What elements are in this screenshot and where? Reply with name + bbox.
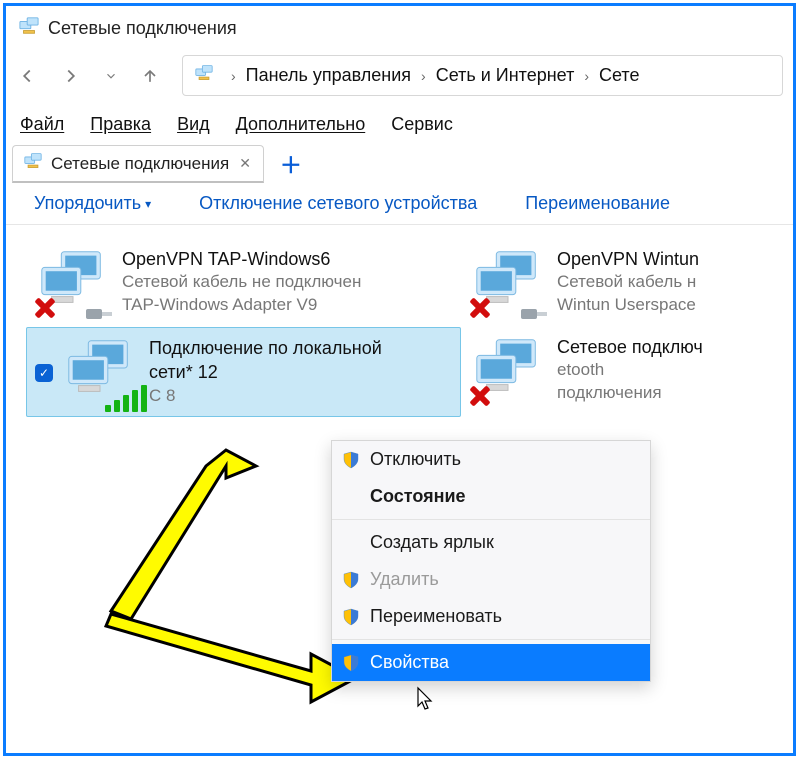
network-adapter-icon xyxy=(469,335,547,407)
connection-device: Wintun Userspace xyxy=(557,294,699,317)
history-dropdown[interactable] xyxy=(104,69,118,83)
network-adapter-icon xyxy=(34,247,112,319)
organize-menu[interactable]: Упорядочить▾ xyxy=(34,193,151,214)
connection-item[interactable]: OpenVPN TAP-Windows6 Сетевой кабель не п… xyxy=(26,239,461,327)
disconnected-x-icon xyxy=(467,383,493,409)
tab-close-icon[interactable]: ✕ xyxy=(237,155,253,172)
ctx-label: Переименовать xyxy=(370,606,502,627)
ctx-label: Удалить xyxy=(370,569,439,590)
chevron-right-icon: › xyxy=(574,68,599,84)
chevron-right-icon: › xyxy=(411,68,436,84)
up-button[interactable] xyxy=(140,65,160,87)
chevron-down-icon: ▾ xyxy=(145,197,151,211)
ctx-label: Создать ярлык xyxy=(370,532,494,553)
cable-icon xyxy=(84,305,114,323)
connection-text: Сетевое подключ etooth подключения xyxy=(557,335,703,405)
connection-status: etooth xyxy=(557,359,703,382)
menu-bar: Файл Правка Вид Дополнительно Сервис xyxy=(6,110,793,145)
connection-device: подключения xyxy=(557,382,703,405)
disable-device-button[interactable]: Отключение сетевого устройства xyxy=(199,193,477,214)
network-adapter-icon xyxy=(61,336,139,408)
shield-icon xyxy=(342,608,360,626)
menu-edit[interactable]: Правка xyxy=(90,114,151,135)
shield-icon xyxy=(342,571,360,589)
separator xyxy=(332,639,650,640)
shield-icon xyxy=(342,654,360,672)
back-button[interactable] xyxy=(16,65,38,87)
separator xyxy=(332,519,650,520)
connection-text: OpenVPN TAP-Windows6 Сетевой кабель не п… xyxy=(122,247,361,317)
cable-icon xyxy=(519,305,549,323)
connection-name: Сетевое подключ xyxy=(557,335,703,359)
annotation-arrow xyxy=(56,436,366,716)
forward-button[interactable] xyxy=(60,65,82,87)
connection-name: OpenVPN TAP-Windows6 xyxy=(122,247,361,271)
ctx-label: Состояние xyxy=(370,486,466,507)
nav-buttons xyxy=(16,65,160,87)
ctx-status[interactable]: Состояние xyxy=(332,478,650,515)
breadcrumb-segment[interactable]: Сете xyxy=(599,65,639,86)
window-title: Сетевые подключения xyxy=(48,18,237,39)
menu-advanced[interactable]: Дополнительно xyxy=(236,114,366,135)
connection-text: OpenVPN Wintun Сетевой кабель н Wintun U… xyxy=(557,247,699,317)
connection-name: Подключение по локальной xyxy=(149,336,382,360)
ctx-disable[interactable]: Отключить xyxy=(332,441,650,478)
tab-network-connections[interactable]: Сетевые подключения ✕ xyxy=(12,145,264,183)
ctx-rename[interactable]: Переименовать xyxy=(332,598,650,635)
chevron-right-icon: › xyxy=(221,68,246,84)
breadcrumb-segment[interactable]: Панель управления xyxy=(246,65,411,86)
shield-icon xyxy=(342,451,360,469)
connection-name: OpenVPN Wintun xyxy=(557,247,699,271)
mouse-cursor-icon xyxy=(416,686,436,717)
ctx-create-shortcut[interactable]: Создать ярлык xyxy=(332,524,650,561)
tab-label: Сетевые подключения xyxy=(51,154,229,174)
folder-icon xyxy=(193,64,215,87)
connection-name-line2: сети* 12 xyxy=(149,360,382,384)
toolbar: Упорядочить▾ Отключение сетевого устройс… xyxy=(6,193,793,225)
tab-icon xyxy=(23,152,43,175)
connection-item[interactable]: OpenVPN Wintun Сетевой кабель н Wintun U… xyxy=(461,239,771,327)
menu-view[interactable]: Вид xyxy=(177,114,210,135)
address-bar[interactable]: › Панель управления › Сеть и Интернет › … xyxy=(182,55,783,96)
titlebar: Сетевые подключения xyxy=(6,6,793,49)
connection-item-selected[interactable]: ✓ Подключение по локальной сети* 12 xyxy=(26,327,461,417)
new-tab-button[interactable]: ＋ xyxy=(274,148,308,180)
ctx-properties[interactable]: Свойства xyxy=(332,644,650,681)
app-icon xyxy=(18,16,40,41)
tabs-row: Сетевые подключения ✕ ＋ xyxy=(6,145,793,193)
connection-device: TAP-Windows Adapter V9 xyxy=(122,294,361,317)
connection-item[interactable]: Сетевое подключ etooth подключения xyxy=(461,327,771,417)
context-menu: Отключить Состояние Создать ярлык Удалит… xyxy=(331,440,651,682)
ctx-delete[interactable]: Удалить xyxy=(332,561,650,598)
network-adapter-icon xyxy=(469,247,547,319)
menu-service[interactable]: Сервис xyxy=(391,114,453,135)
ctx-label: Отключить xyxy=(370,449,461,470)
connection-status: Сетевой кабель не подключен xyxy=(122,271,361,294)
nav-row: › Панель управления › Сеть и Интернет › … xyxy=(6,49,793,110)
selection-checkbox[interactable]: ✓ xyxy=(35,364,53,382)
window-frame: Сетевые подключения xyxy=(3,3,796,756)
connection-text: Подключение по локальной сети* 12 С 8 xyxy=(149,336,382,408)
disconnected-x-icon xyxy=(32,295,58,321)
disconnected-x-icon xyxy=(467,295,493,321)
connection-status: С 8 xyxy=(149,385,382,408)
connection-status: Сетевой кабель н xyxy=(557,271,699,294)
signal-strength-icon xyxy=(105,385,147,412)
connections-grid: OpenVPN TAP-Windows6 Сетевой кабель не п… xyxy=(6,225,793,417)
menu-file[interactable]: Файл xyxy=(20,114,64,135)
ctx-label: Свойства xyxy=(370,652,449,673)
rename-button[interactable]: Переименование xyxy=(525,193,670,214)
breadcrumb-segment[interactable]: Сеть и Интернет xyxy=(436,65,575,86)
